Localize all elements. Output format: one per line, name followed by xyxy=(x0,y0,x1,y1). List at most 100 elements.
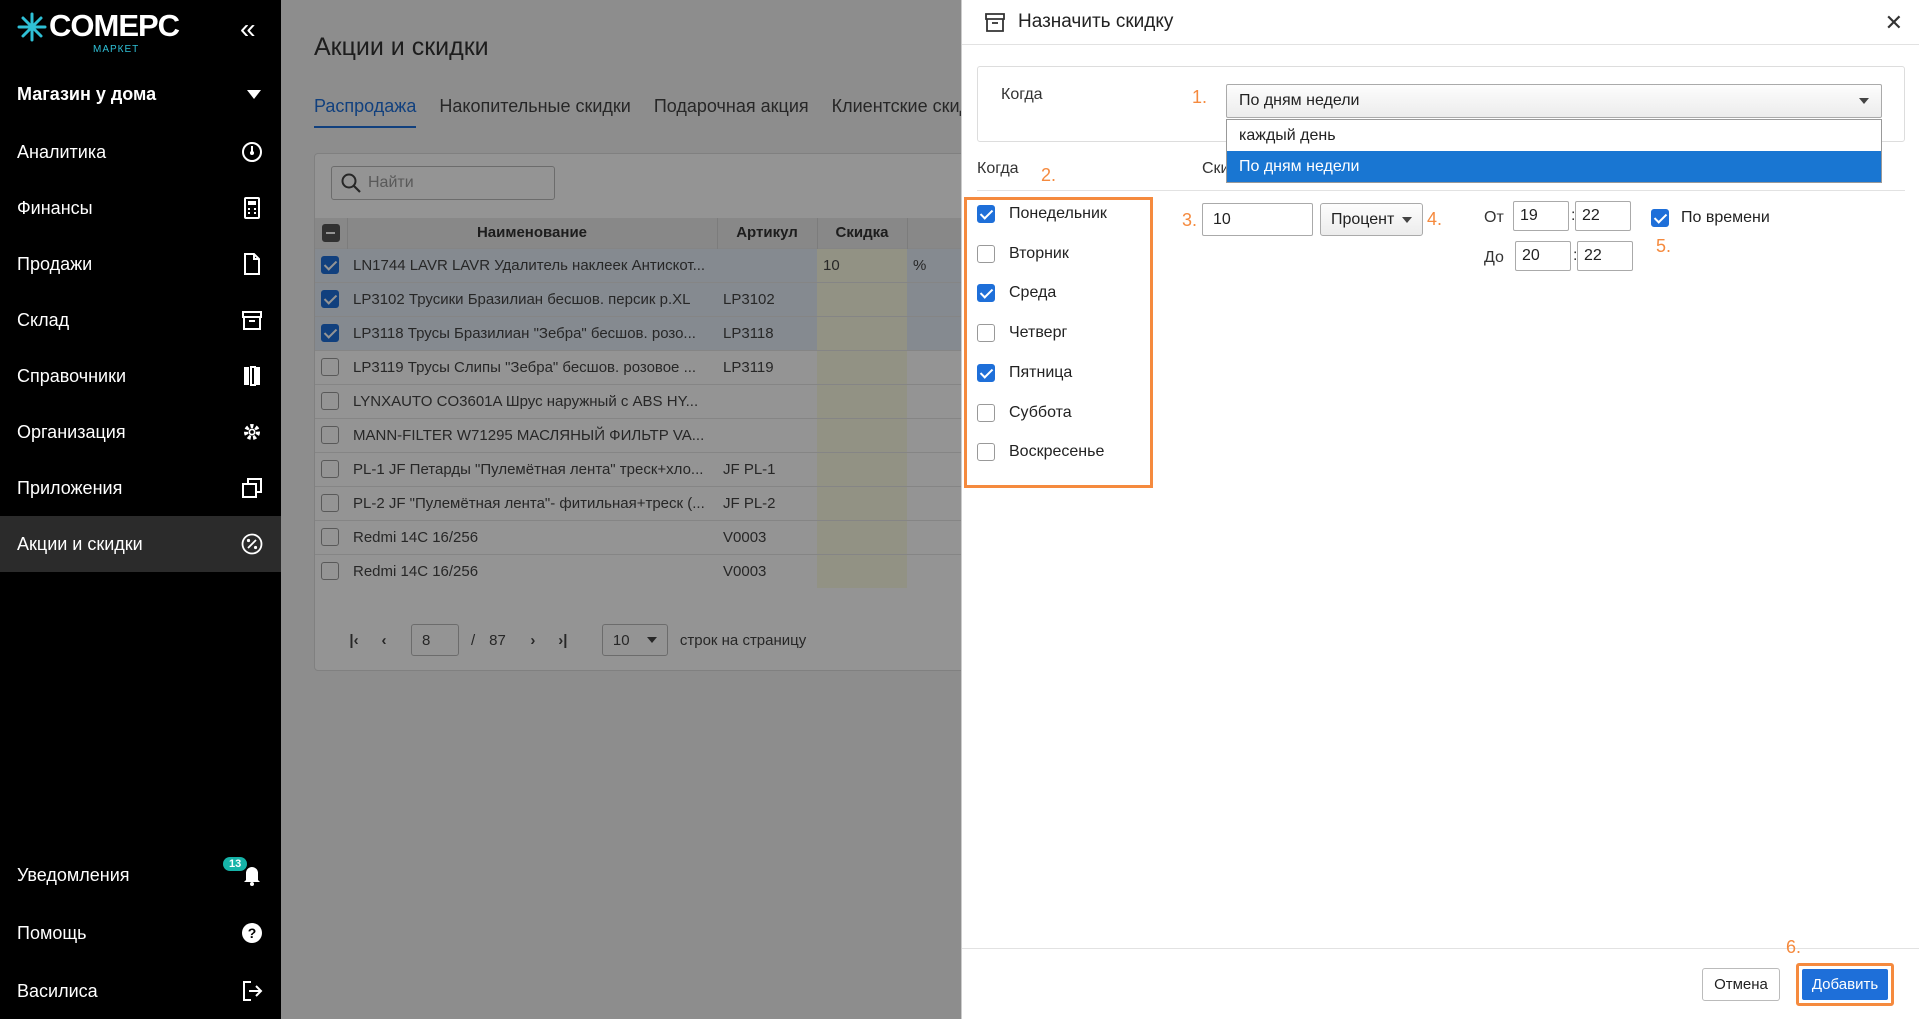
close-icon[interactable]: ✕ xyxy=(1885,10,1903,36)
logo-star-icon xyxy=(17,12,47,42)
percent-icon xyxy=(240,532,264,556)
sidebar-bottom: Уведомления Помощь ? Василиса xyxy=(0,846,281,1019)
weekday-checkbox[interactable] xyxy=(977,403,995,422)
time-from-hours-input[interactable]: 19 xyxy=(1513,201,1569,231)
discount-type-select[interactable]: Процент xyxy=(1320,203,1423,236)
when-select-value: По дням недели xyxy=(1239,92,1360,109)
weekday-label: Пятница xyxy=(1009,363,1073,381)
sidebar: COMEPC МАРКЕТ « Магазин у дома Аналитика… xyxy=(0,0,281,1019)
sidebar-item-finance[interactable]: Финансы xyxy=(0,180,281,236)
document-icon xyxy=(240,252,264,276)
logo-subtitle: МАРКЕТ xyxy=(93,44,140,55)
help-icon: ? xyxy=(240,921,264,945)
weekday-option[interactable]: Четверг xyxy=(977,324,1068,343)
sidebar-item-analytics[interactable]: Аналитика xyxy=(0,124,281,180)
sidebar-item-label: Василиса xyxy=(17,980,98,1001)
logout-icon xyxy=(240,979,264,1003)
discount-value-input[interactable]: 10 xyxy=(1202,203,1313,236)
assign-discount-modal: Назначить скидку ✕ Когда 1. По дням неде… xyxy=(961,0,1919,1019)
modal-header: Назначить скидку xyxy=(962,0,1919,45)
caret-down-icon xyxy=(247,90,261,99)
logo: COMEPC xyxy=(17,8,180,43)
sidebar-item-promotions[interactable]: Акции и скидки xyxy=(0,516,281,572)
weekday-checkbox[interactable] xyxy=(977,363,995,382)
weekday-checkbox[interactable] xyxy=(977,443,995,462)
cancel-button[interactable]: Отмена xyxy=(1702,968,1780,1001)
box-icon xyxy=(240,308,264,332)
store-name: Магазин у дома xyxy=(17,84,157,104)
weekday-option[interactable]: Суббота xyxy=(977,403,1072,422)
modal-backdrop[interactable] xyxy=(281,0,961,1019)
gauge-icon xyxy=(240,140,264,164)
step-marker: 2. xyxy=(1041,165,1057,185)
sidebar-item-label: Финансы xyxy=(17,197,93,218)
discount-type-value: Процент xyxy=(1331,210,1395,228)
sidebar-item-label: Справочники xyxy=(17,365,127,386)
windows-icon xyxy=(240,476,264,500)
days-column-header: Когда xyxy=(977,160,1019,177)
sidebar-item-label: Организация xyxy=(17,421,126,442)
time-to-label: До xyxy=(1484,249,1504,266)
calculator-icon xyxy=(240,196,264,220)
weekday-label: Суббота xyxy=(1009,403,1072,421)
weekday-checkbox[interactable] xyxy=(977,284,995,303)
sidebar-item-label: Акции и скидки xyxy=(17,533,143,554)
step-marker: 3. xyxy=(1182,210,1198,230)
step-marker: 4. xyxy=(1427,209,1443,229)
weekday-label: Вторник xyxy=(1009,244,1069,262)
gear-icon xyxy=(240,420,264,444)
sidebar-item-sales[interactable]: Продажи xyxy=(0,236,281,292)
sidebar-item-help[interactable]: Помощь ? xyxy=(0,904,281,962)
svg-text:?: ? xyxy=(248,925,257,941)
sidebar-item-label: Помощь xyxy=(17,922,87,943)
weekday-checkbox[interactable] xyxy=(977,205,995,223)
add-button-highlight: Добавить xyxy=(1796,963,1894,1006)
sidebar-item-warehouse[interactable]: Склад xyxy=(0,292,281,348)
step-marker: 1. xyxy=(1192,87,1208,107)
notification-count-badge: 13 xyxy=(223,857,248,871)
by-time-toggle[interactable]: По времени xyxy=(1651,209,1770,227)
weekday-option[interactable]: Пятница xyxy=(977,363,1073,382)
chevron-down-icon xyxy=(1402,216,1412,223)
when-label: Когда xyxy=(1001,86,1043,103)
time-to-minutes-input[interactable]: 22 xyxy=(1577,241,1633,271)
sidebar-item-label: Уведомления xyxy=(17,864,130,885)
when-select[interactable]: По дням недели xyxy=(1226,84,1882,118)
weekday-label: Понедельник xyxy=(1009,205,1107,222)
weekday-option[interactable]: Вторник xyxy=(977,244,1069,263)
sidebar-item-notifications[interactable]: Уведомления xyxy=(0,846,281,904)
weekday-option[interactable]: Среда xyxy=(977,284,1056,303)
chevron-down-icon xyxy=(1859,98,1869,104)
sidebar-nav: Аналитика Финансы Продажи Склад Справочн… xyxy=(0,124,281,572)
sidebar-item-label: Приложения xyxy=(17,477,123,498)
sidebar-item-apps[interactable]: Приложения xyxy=(0,460,281,516)
option-every-day[interactable]: каждый день xyxy=(1227,120,1881,151)
weekday-label: Воскресенье xyxy=(1009,443,1105,461)
option-by-weekday[interactable]: По дням недели xyxy=(1227,151,1881,182)
time-from-label: От xyxy=(1484,209,1504,226)
time-from-minutes-input[interactable]: 22 xyxy=(1575,201,1631,231)
time-to-hours-input[interactable]: 20 xyxy=(1515,241,1571,271)
weekday-checkbox[interactable] xyxy=(977,324,995,343)
weekday-checkbox[interactable] xyxy=(977,244,995,263)
sidebar-item-organization[interactable]: Организация xyxy=(0,404,281,460)
add-button[interactable]: Добавить xyxy=(1802,969,1888,1000)
modal-footer-divider xyxy=(962,948,1919,949)
weekday-label: Четверг xyxy=(1009,324,1068,342)
by-time-label: По времени xyxy=(1681,209,1770,226)
by-time-checkbox[interactable] xyxy=(1651,209,1669,227)
weekday-option[interactable]: Понедельник xyxy=(977,205,1107,223)
weekday-option[interactable]: Воскресенье xyxy=(977,443,1105,462)
modal-title: Назначить скидку xyxy=(1018,11,1174,32)
sidebar-item-label: Склад xyxy=(17,309,70,330)
step-marker: 6. xyxy=(1786,937,1802,957)
when-options-list: каждый день По дням недели xyxy=(1226,119,1882,183)
step-marker: 5. xyxy=(1656,236,1672,256)
sidebar-item-user[interactable]: Василиса xyxy=(0,962,281,1019)
logo-text: COMEPC xyxy=(49,8,180,43)
store-selector[interactable]: Магазин у дома xyxy=(17,84,267,105)
divider xyxy=(977,190,1905,191)
sidebar-item-references[interactable]: Справочники xyxy=(0,348,281,404)
box-icon xyxy=(985,13,1005,32)
collapse-sidebar-icon[interactable]: « xyxy=(240,15,264,43)
